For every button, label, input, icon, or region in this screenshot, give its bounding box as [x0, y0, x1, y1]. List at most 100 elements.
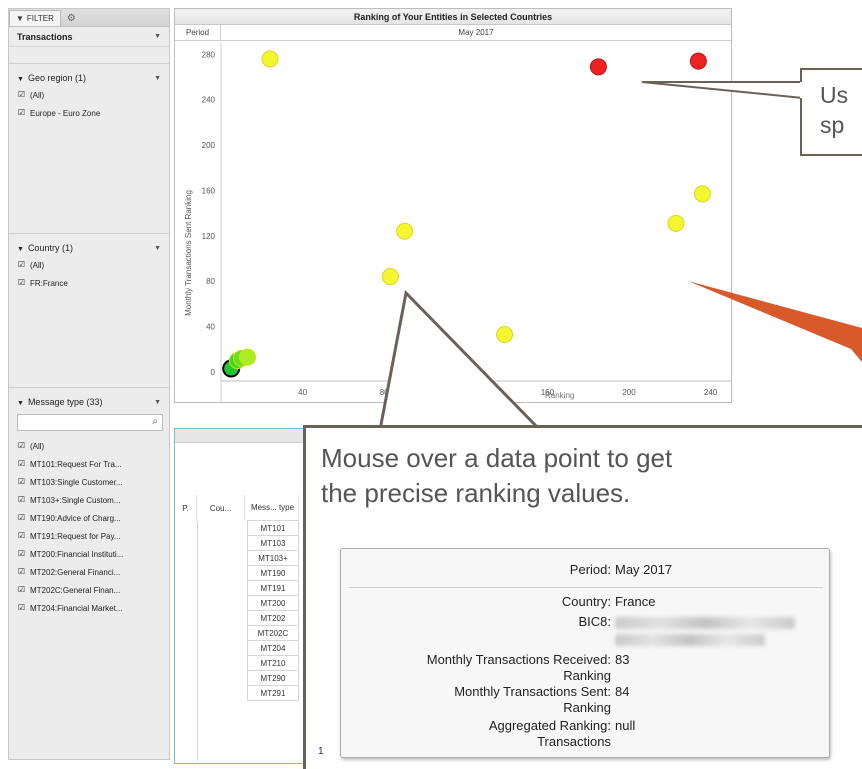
period-row: Period May 2017: [175, 25, 731, 41]
scatter-point[interactable]: [689, 52, 707, 70]
scatter-point[interactable]: [496, 325, 514, 343]
background-fragment-bottom: 1: [318, 746, 324, 757]
checkbox-checked-icon[interactable]: ☑: [17, 90, 26, 100]
message-type-options: ☑ (All) ☑ MT101:Request For Tra... ☑ MT103:Si…: [17, 437, 161, 617]
checkbox-checked-icon[interactable]: ☑: [17, 549, 26, 559]
filter-option[interactable]: ☑ MT202:General Financi...: [17, 563, 161, 581]
filter-option[interactable]: ☑ FR:France: [17, 274, 161, 292]
y-tick-label: 160: [202, 186, 216, 195]
main-callout-text-line1: Mouse over a data point to get: [321, 443, 673, 473]
tooltip-key: Country:: [561, 594, 611, 609]
checkbox-checked-icon[interactable]: ☑: [17, 495, 26, 505]
filter-option[interactable]: ☑ MT103+:Single Custom...: [17, 491, 161, 509]
y-tick-label: 200: [202, 141, 216, 150]
table-row-message-type[interactable]: MT103: [247, 536, 299, 551]
scatter-point[interactable]: [396, 222, 414, 240]
filter-option[interactable]: ☑ Europe - Euro Zone: [17, 104, 161, 122]
callout-main-join: [383, 428, 537, 434]
filter-option[interactable]: ☑ (All): [17, 256, 161, 274]
checkbox-checked-icon[interactable]: ☑: [17, 477, 26, 487]
message-type-search-input[interactable]: ⌕: [17, 414, 163, 431]
right-callout-box: Us sp: [800, 68, 862, 156]
filter-option[interactable]: ☑ MT103:Single Customer...: [17, 473, 161, 491]
y-tick-label: 120: [202, 232, 216, 241]
tab-settings[interactable]: ⚙: [61, 10, 82, 26]
measure-selector[interactable]: Transactions ▼: [9, 27, 169, 47]
tooltip-value: 84: [615, 684, 630, 699]
filter-option[interactable]: ☑ MT191:Request for Pay...: [17, 527, 161, 545]
tooltip-key: Monthly Transactions Sent:: [454, 684, 611, 699]
callout-join: [800, 82, 804, 98]
scatter-point[interactable]: [693, 185, 711, 203]
table-row-message-type[interactable]: MT191: [247, 581, 299, 596]
filter-section-header[interactable]: ▼ Country (1) ▼: [17, 240, 161, 256]
table-row-message-type[interactable]: MT200: [247, 596, 299, 611]
chart-title: Ranking of Your Entities in Selected Cou…: [175, 9, 731, 25]
filter-section-geo-region: ▼ Geo region (1) ▼ ☑ (All) ☑ Europe - Euro …: [9, 63, 169, 241]
search-icon: ⌕: [152, 416, 158, 427]
filter-option-label: (All): [30, 90, 45, 100]
checkbox-checked-icon[interactable]: ☑: [17, 585, 26, 595]
chevron-down-icon: ▼: [154, 33, 161, 40]
column-header-period[interactable]: P.: [175, 495, 197, 521]
filter-option[interactable]: ☑ (All): [17, 437, 161, 455]
scatter-point[interactable]: [261, 50, 279, 68]
y-tick-label: 280: [202, 50, 216, 59]
filter-option-label: MT202C:General Finan...: [30, 585, 121, 595]
filter-panel: ▼ FILTER ⚙ Transactions ▼ ▼ Geo region (1…: [8, 8, 170, 760]
table-row-message-type[interactable]: MT204: [247, 641, 299, 656]
tooltip-key-cont: Ranking: [563, 700, 611, 715]
table-row-message-type[interactable]: MT101: [247, 521, 299, 536]
tab-filter-label: FILTER: [26, 14, 54, 23]
filter-option[interactable]: ☑ MT204:Financial Market...: [17, 599, 161, 617]
filter-section-header[interactable]: ▼ Message type (33) ▼: [17, 394, 161, 410]
table-row-message-type[interactable]: MT210: [247, 656, 299, 671]
column-header-country[interactable]: Cou...: [197, 495, 245, 521]
tab-filter[interactable]: ▼ FILTER: [9, 10, 61, 26]
x-tick-label: 160: [541, 388, 555, 397]
table-row-message-type[interactable]: MT291: [247, 686, 299, 701]
redacted-bic-value: [615, 617, 795, 629]
checkbox-checked-icon[interactable]: ☑: [17, 108, 26, 118]
table-row-message-type[interactable]: MT103+: [247, 551, 299, 566]
right-callout-text-line1: Us: [820, 82, 849, 108]
x-tick-label: 200: [622, 388, 636, 397]
filter-option-label: MT191:Request for Pay...: [30, 531, 121, 541]
filter-section-title: Geo region (1): [27, 73, 86, 83]
x-tick-label: 40: [298, 388, 307, 397]
table-row-message-type[interactable]: MT190: [247, 566, 299, 581]
scatter-point[interactable]: [667, 214, 685, 232]
checkbox-checked-icon[interactable]: ☑: [17, 441, 26, 451]
filter-option[interactable]: ☑ MT190:Advice of Charg...: [17, 509, 161, 527]
filter-option[interactable]: ☑ (All): [17, 86, 161, 104]
filter-section-header[interactable]: ▼ Geo region (1) ▼: [17, 70, 161, 86]
x-tick-label: 80: [380, 388, 389, 397]
table-row-message-type[interactable]: MT290: [247, 671, 299, 686]
tooltip-key-cont: Transactions: [537, 734, 611, 749]
table-row-message-type[interactable]: MT202: [247, 611, 299, 626]
checkbox-checked-icon[interactable]: ☑: [17, 567, 26, 577]
checkbox-checked-icon[interactable]: ☑: [17, 513, 26, 523]
checkbox-checked-icon[interactable]: ☑: [17, 260, 26, 270]
filter-option[interactable]: ☑ MT202C:General Finan...: [17, 581, 161, 599]
checkbox-checked-icon[interactable]: ☑: [17, 459, 26, 469]
scatter-plot[interactable]: Monthly Transactions Sent Ranking Rankin…: [175, 43, 731, 402]
filter-option-label: MT101:Request For Tra...: [30, 459, 122, 469]
filter-option[interactable]: ☑ MT200:Financial Instituti...: [17, 545, 161, 563]
scatter-point[interactable]: [239, 348, 257, 366]
scatter-point[interactable]: [381, 268, 399, 286]
checkbox-checked-icon[interactable]: ☑: [17, 603, 26, 613]
filter-option[interactable]: ☑ MT101:Request For Tra...: [17, 455, 161, 473]
tooltip-key-cont: Ranking: [563, 668, 611, 683]
scatter-point[interactable]: [589, 58, 607, 76]
filter-tabs: ▼ FILTER ⚙: [9, 9, 169, 27]
column-header-message-type[interactable]: Mess... type: [247, 495, 299, 521]
checkbox-checked-icon[interactable]: ☑: [17, 278, 26, 288]
checkbox-checked-icon[interactable]: ☑: [17, 531, 26, 541]
chevron-down-icon: ▼: [154, 244, 161, 252]
gear-icon: ⚙: [66, 12, 76, 24]
filter-section-title: Country (1): [27, 243, 73, 253]
table-row-message-type[interactable]: MT202C: [247, 626, 299, 641]
filter-option-label: (All): [30, 260, 45, 270]
x-tick-label: 240: [704, 388, 718, 397]
